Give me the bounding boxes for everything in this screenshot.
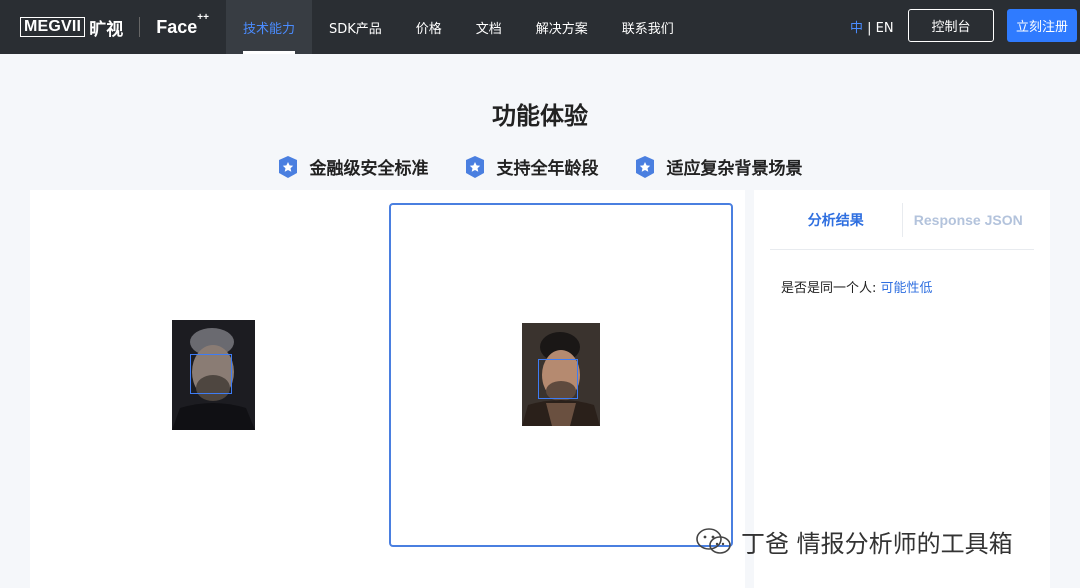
megvii-logo: MEGVII: [20, 17, 86, 37]
menu-item-tech[interactable]: 技术能力: [225, 0, 312, 54]
feature-item: 支持全年龄段: [465, 154, 599, 179]
brand-logo[interactable]: MEGVII 旷视 Face++: [0, 0, 209, 54]
menu-item-sdk[interactable]: SDK产品: [312, 0, 399, 54]
shield-star-icon: [635, 155, 654, 178]
face-logo-sup: ++: [197, 11, 209, 23]
feature-label: 金融级安全标准: [309, 159, 429, 179]
menu-item-docs[interactable]: 文档: [459, 0, 519, 54]
top-nav: MEGVII 旷视 Face++ 技术能力 SDK产品 价格 文档 解决方案 联…: [0, 0, 1080, 54]
shield-star-icon: [278, 155, 297, 178]
console-button[interactable]: 控制台: [908, 9, 994, 42]
tab-analysis-result[interactable]: 分析结果: [770, 190, 902, 249]
brand-divider: [139, 17, 141, 37]
watermark: 丁爸 情报分析师的工具箱: [695, 524, 1013, 559]
face-detection-box: [538, 359, 578, 399]
language-switch: 中 | EN: [850, 17, 894, 36]
lang-en[interactable]: EN: [876, 21, 894, 36]
feature-label: 支持全年龄段: [496, 159, 599, 179]
lang-separator: |: [863, 21, 876, 36]
page-title: 功能体验: [492, 102, 588, 130]
same-person-result: 是否是同一个人: 可能性低: [781, 277, 933, 296]
wechat-icon: [696, 527, 731, 554]
brand-cn-name: 旷视: [89, 19, 124, 40]
feature-list: 金融级安全标准 支持全年龄段 适应复杂背景场景: [0, 154, 1080, 179]
watermark-text: 丁爸 情报分析师的工具箱: [741, 530, 1013, 558]
tab-response-json[interactable]: Response JSON: [903, 190, 1035, 249]
result-answer: 可能性低: [880, 281, 933, 296]
face-detection-box: [190, 354, 232, 394]
register-button[interactable]: 立刻注册: [1007, 9, 1077, 42]
face-logo-text: Face: [156, 16, 198, 37]
result-question: 是否是同一个人:: [781, 281, 881, 296]
feature-label: 适应复杂背景场景: [666, 159, 803, 179]
feature-item: 金融级安全标准: [278, 154, 429, 179]
result-tabs: 分析结果 Response JSON: [770, 190, 1034, 250]
shield-star-icon: [465, 155, 484, 178]
feature-item: 适应复杂背景场景: [635, 154, 803, 179]
face-photo-left[interactable]: [172, 320, 255, 430]
lang-cn[interactable]: 中: [850, 21, 863, 36]
menu-item-solutions[interactable]: 解决方案: [519, 0, 605, 54]
menu-item-contact[interactable]: 联系我们: [605, 0, 691, 54]
face-plus-plus-logo: Face++: [156, 12, 209, 38]
face-photo-right[interactable]: [522, 323, 600, 426]
main-menu: 技术能力 SDK产品 价格 文档 解决方案 联系我们: [225, 0, 691, 54]
menu-item-pricing[interactable]: 价格: [399, 0, 459, 54]
